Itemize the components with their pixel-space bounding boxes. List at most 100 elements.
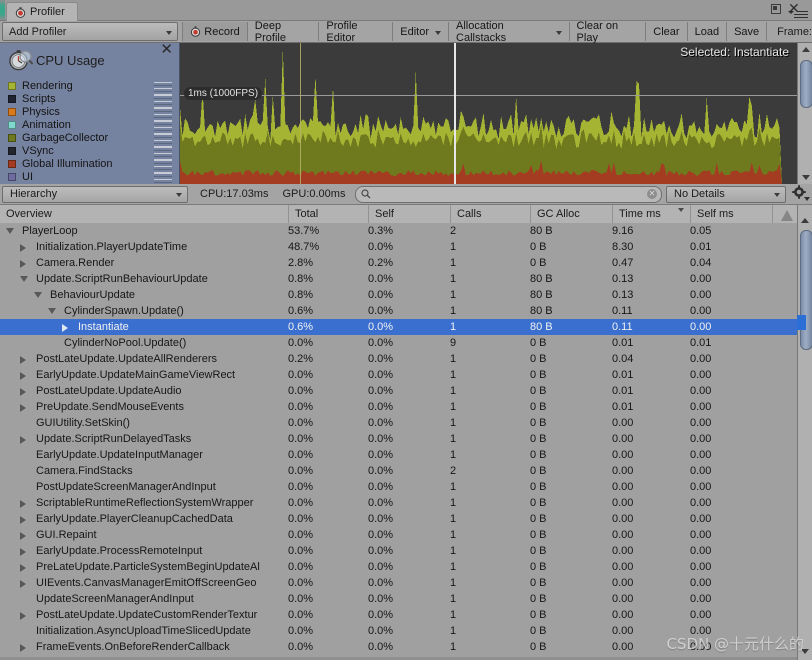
record-button[interactable]: Record xyxy=(182,22,248,41)
table-row[interactable]: Initialization.AsyncUploadTimeSlicedUpda… xyxy=(0,623,797,639)
column-header-warnings[interactable] xyxy=(772,205,797,223)
legend-color-swatch[interactable] xyxy=(8,172,16,181)
chevron-right-icon[interactable] xyxy=(20,612,26,620)
chevron-right-icon[interactable] xyxy=(62,324,68,332)
legend-item-animation[interactable]: Animation xyxy=(0,118,180,134)
allocation-callstacks-dropdown[interactable]: Allocation Callstacks xyxy=(449,20,570,44)
column-header-total[interactable]: Total xyxy=(288,205,368,223)
table-row[interactable]: ScriptableRuntimeReflectionSystemWrapper… xyxy=(0,495,797,511)
chevron-right-icon[interactable] xyxy=(20,500,26,508)
scrollbar-thumb[interactable] xyxy=(800,60,812,108)
chevron-down-icon[interactable] xyxy=(20,276,28,282)
legend-color-swatch[interactable] xyxy=(8,120,16,129)
drag-handle-icon[interactable] xyxy=(154,173,172,184)
scroll-up-icon[interactable] xyxy=(798,43,812,56)
column-header-gc-alloc[interactable]: GC Alloc xyxy=(530,205,612,223)
table-row[interactable]: Camera.Render 2.8% 0.2% 1 0 B 0.47 0.04 xyxy=(0,255,797,271)
profile-editor-button[interactable]: Profile Editor xyxy=(319,20,394,44)
scrollbar-thumb[interactable] xyxy=(800,230,812,350)
window-controls[interactable]: ✕ xyxy=(769,1,809,20)
column-header-overview[interactable]: Overview xyxy=(0,205,288,223)
scroll-down-icon[interactable] xyxy=(798,645,812,658)
chevron-right-icon[interactable] xyxy=(20,356,26,364)
legend-item-scripts[interactable]: Scripts xyxy=(0,92,180,108)
hamburger-menu-icon[interactable] xyxy=(792,11,808,19)
chevron-right-icon[interactable] xyxy=(20,548,26,556)
settings-button[interactable] xyxy=(788,185,810,203)
load-button[interactable]: Load xyxy=(688,22,728,41)
chevron-down-icon[interactable] xyxy=(6,228,14,234)
legend-color-swatch[interactable] xyxy=(8,81,16,90)
legend-item-vsync[interactable]: VSync xyxy=(0,144,180,160)
table-row[interactable]: EarlyUpdate.ProcessRemoteInput 0.0% 0.0% 1 0… xyxy=(0,543,797,559)
table-row[interactable]: PostLateUpdate.UpdateAllRenderers 0.2% 0.0… xyxy=(0,351,797,367)
clear-button[interactable]: Clear xyxy=(646,22,688,41)
search-input[interactable] xyxy=(374,187,638,201)
table-row[interactable]: Instantiate 0.6% 0.0% 1 80 B 0.11 0.00 xyxy=(0,319,797,335)
chevron-right-icon[interactable] xyxy=(20,436,26,444)
scroll-down-icon[interactable] xyxy=(798,171,812,184)
frame-marker-current[interactable] xyxy=(454,43,456,184)
table-row[interactable]: PlayerLoop 53.7% 0.3% 2 80 B 9.16 0.05 xyxy=(0,223,797,239)
column-header-self-ms[interactable]: Self ms xyxy=(690,205,772,223)
legend-color-swatch[interactable] xyxy=(8,94,16,103)
chevron-right-icon[interactable] xyxy=(20,260,26,268)
chevron-right-icon[interactable] xyxy=(20,564,26,572)
table-row[interactable]: Camera.FindStacks 0.0% 0.0% 2 0 B 0.00 0.00 xyxy=(0,463,797,479)
scroll-up-icon[interactable] xyxy=(798,214,812,227)
clear-icon[interactable]: ✕ xyxy=(647,188,657,199)
tab-profiler[interactable]: Profiler xyxy=(6,2,78,21)
profiler-hierarchy-table[interactable]: PlayerLoop 53.7% 0.3% 2 80 B 9.16 0.05 Initiali… xyxy=(0,223,797,660)
column-header-self[interactable]: Self xyxy=(368,205,450,223)
legend-color-swatch[interactable] xyxy=(8,159,16,168)
table-vertical-scrollbar[interactable] xyxy=(797,205,812,660)
table-row[interactable]: UIEvents.CanvasManagerEmitOffScreenGeo 0.… xyxy=(0,575,797,591)
chevron-right-icon[interactable] xyxy=(20,372,26,380)
chevron-right-icon[interactable] xyxy=(20,244,26,252)
table-row[interactable]: GUIUtility.SetSkin() 0.0% 0.0% 1 0 B 0.00 0.00 xyxy=(0,415,797,431)
table-row[interactable]: Update.ScriptRunDelayedTasks 0.0% 0.0% 1 0 B… xyxy=(0,431,797,447)
save-button[interactable]: Save xyxy=(727,22,768,41)
deep-profile-button[interactable]: Deep Profile xyxy=(248,20,320,44)
legend-item-garbagecollector[interactable]: GarbageCollector xyxy=(0,131,180,147)
chevron-right-icon[interactable] xyxy=(20,404,26,412)
legend-color-swatch[interactable] xyxy=(8,107,16,116)
search-field[interactable]: ✕ xyxy=(355,185,662,203)
table-row[interactable]: CylinderNoPool.Update() 0.0% 0.0% 9 0 B 0.01 0… xyxy=(0,335,797,351)
table-row[interactable]: PreUpdate.SendMouseEvents 0.0% 0.0% 1 0 B 0.0… xyxy=(0,399,797,415)
cpu-usage-chart-canvas[interactable]: Selected: Instantiate 1ms (1000FPS) xyxy=(180,43,797,184)
table-row[interactable]: EarlyUpdate.UpdateInputManager 0.0% 0.0% 1 0… xyxy=(0,447,797,463)
legend-item-physics[interactable]: Physics xyxy=(0,105,180,121)
legend-color-swatch[interactable] xyxy=(8,133,16,142)
clear-on-play-button[interactable]: Clear on Play xyxy=(570,20,647,44)
table-row[interactable]: PostUpdateScreenManagerAndInput 0.0% 0.0% 1… xyxy=(0,479,797,495)
close-icon[interactable]: ✕ xyxy=(160,43,173,57)
view-mode-dropdown[interactable]: Hierarchy xyxy=(2,185,188,203)
chevron-right-icon[interactable] xyxy=(20,516,26,524)
editor-dropdown[interactable]: Editor xyxy=(393,22,450,41)
table-row[interactable]: UpdateScreenManagerAndInput 0.0% 0.0% 1 0 B 0… xyxy=(0,591,797,607)
chevron-right-icon[interactable] xyxy=(20,644,26,652)
table-row[interactable]: FrameEvents.OnBeforeRenderCallback 0.0% 0.… xyxy=(0,639,797,655)
column-header-time-ms[interactable]: Time ms xyxy=(612,205,690,223)
details-dropdown[interactable]: No Details xyxy=(666,185,786,203)
table-row[interactable]: EarlyUpdate.UpdateMainGameViewRect 0.0% 0.… xyxy=(0,367,797,383)
legend-color-swatch[interactable] xyxy=(8,146,16,155)
table-row[interactable]: CylinderSpawn.Update() 0.6% 0.0% 1 80 B 0.11 0… xyxy=(0,303,797,319)
chevron-right-icon[interactable] xyxy=(20,388,26,396)
table-row[interactable]: Update.ScriptRunBehaviourUpdate 0.8% 0.0% 1… xyxy=(0,271,797,287)
table-row[interactable]: PostLateUpdate.UpdateAudio 0.0% 0.0% 1 0 B 0.… xyxy=(0,383,797,399)
chevron-right-icon[interactable] xyxy=(20,532,26,540)
column-header-calls[interactable]: Calls xyxy=(450,205,530,223)
table-row[interactable]: BehaviourUpdate 0.8% 0.0% 1 80 B 0.13 0.00 xyxy=(0,287,797,303)
chevron-down-icon[interactable] xyxy=(34,292,42,298)
table-row[interactable]: Initialization.PlayerUpdateTime 48.7% 0.0%… xyxy=(0,239,797,255)
table-row[interactable]: GUI.Repaint 0.0% 0.0% 1 0 B 0.00 0.00 xyxy=(0,527,797,543)
legend-item-rendering[interactable]: Rendering xyxy=(0,79,180,95)
legend-item-global-illumination[interactable]: Global Illumination xyxy=(0,157,180,173)
table-row[interactable]: EarlyUpdate.PlayerCleanupCachedData 0.0% 0… xyxy=(0,511,797,527)
chevron-right-icon[interactable] xyxy=(20,580,26,588)
chevron-down-icon[interactable] xyxy=(48,308,56,314)
table-row[interactable]: PostLateUpdate.UpdateCustomRenderTextur 0… xyxy=(0,607,797,623)
table-row[interactable]: PreLateUpdate.ParticleSystemBeginUpdateA… xyxy=(0,559,797,575)
